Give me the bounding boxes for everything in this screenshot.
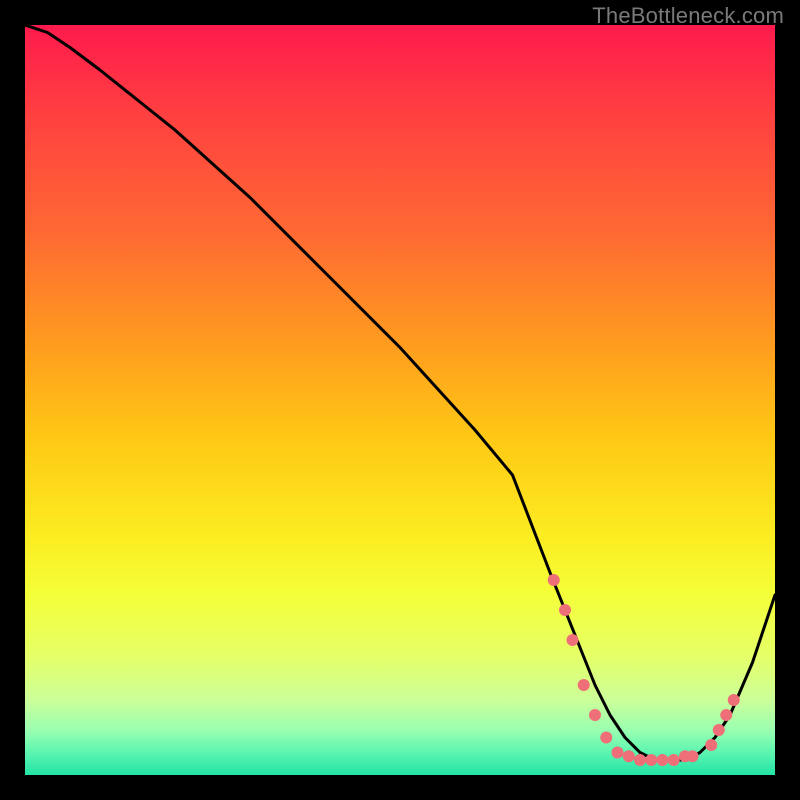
data-marker — [600, 732, 612, 744]
data-marker — [548, 574, 560, 586]
data-marker — [645, 754, 657, 766]
plot-area — [25, 25, 775, 775]
data-marker — [623, 750, 635, 762]
data-marker — [687, 750, 699, 762]
data-marker — [728, 694, 740, 706]
curve-layer — [25, 25, 775, 775]
data-marker — [720, 709, 732, 721]
chart-frame: TheBottleneck.com — [0, 0, 800, 800]
data-marker — [612, 747, 624, 759]
data-marker — [713, 724, 725, 736]
data-marker — [705, 739, 717, 751]
data-marker — [567, 634, 579, 646]
data-marker — [559, 604, 571, 616]
data-marker — [657, 754, 669, 766]
data-marker — [589, 709, 601, 721]
data-marker — [668, 754, 680, 766]
bottleneck-curve — [25, 25, 775, 760]
data-marker — [578, 679, 590, 691]
watermark-text: TheBottleneck.com — [592, 3, 784, 29]
data-marker — [634, 754, 646, 766]
